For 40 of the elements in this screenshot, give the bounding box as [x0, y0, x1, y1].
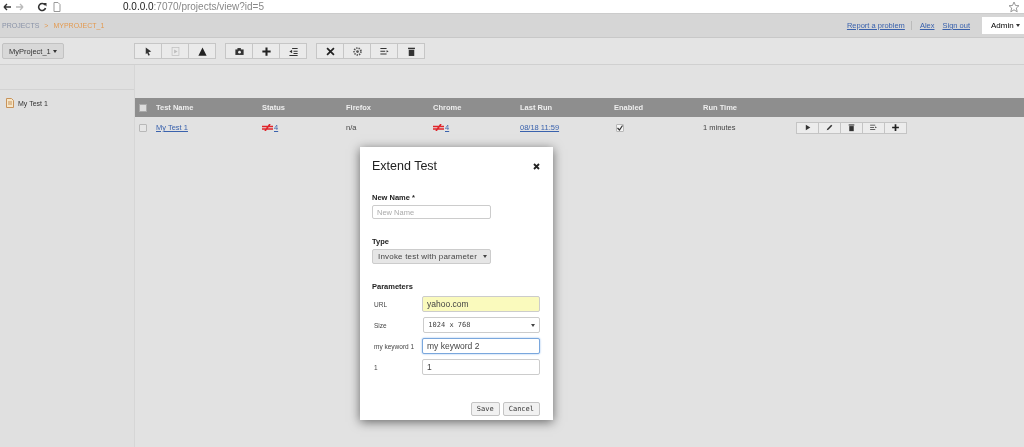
- select-all-checkbox[interactable]: [139, 103, 147, 112]
- enabled-checkbox[interactable]: [616, 123, 624, 132]
- toolbar-button[interactable]: [188, 43, 216, 59]
- reload-icon[interactable]: [37, 1, 47, 12]
- row-action-button[interactable]: [884, 121, 907, 134]
- dialog-title: Extend Test: [372, 159, 438, 173]
- close-icon[interactable]: [533, 162, 540, 170]
- tools-icon: [324, 45, 336, 57]
- trash-icon: [405, 45, 417, 57]
- pencil-icon: [825, 123, 834, 132]
- list-arrow-icon: [378, 45, 390, 57]
- camera-icon: [233, 45, 245, 57]
- toolbar-button[interactable]: [397, 43, 425, 59]
- plus-icon: [260, 45, 272, 57]
- row-checkbox[interactable]: [139, 123, 147, 132]
- row-action-button[interactable]: [840, 121, 863, 134]
- parameter-field[interactable]: 1: [422, 359, 540, 375]
- play-frame-icon: [169, 45, 181, 57]
- broken-status-icon: [433, 124, 444, 131]
- outdent-icon: [287, 45, 299, 57]
- toolbar-button[interactable]: [134, 43, 162, 59]
- star-icon[interactable]: [1008, 0, 1020, 13]
- gear-icon: [351, 45, 363, 57]
- trash-icon: [847, 123, 856, 132]
- plus-icon: [891, 123, 900, 132]
- warning-icon: [196, 45, 208, 57]
- toolbar-button[interactable]: [279, 43, 307, 59]
- toolbar-button[interactable]: [316, 43, 344, 59]
- address-field[interactable]: 0.0.0.0:7070/projects/view?id=5: [123, 1, 1002, 12]
- broken-status-icon: [262, 124, 273, 131]
- play-icon: [803, 123, 812, 132]
- type-select[interactable]: Invoke test with parameter: [372, 249, 491, 264]
- list-arrow-icon: [869, 123, 878, 132]
- toolbar-button[interactable]: [252, 43, 280, 59]
- parameter-field[interactable]: yahoo.com: [422, 296, 540, 312]
- document-icon: [6, 98, 14, 108]
- user-menu-button[interactable]: Admin: [982, 17, 1024, 34]
- toolbar-button[interactable]: [225, 43, 253, 59]
- parameter-field[interactable]: my keyword 2: [422, 338, 540, 354]
- row-action-button[interactable]: [796, 121, 819, 134]
